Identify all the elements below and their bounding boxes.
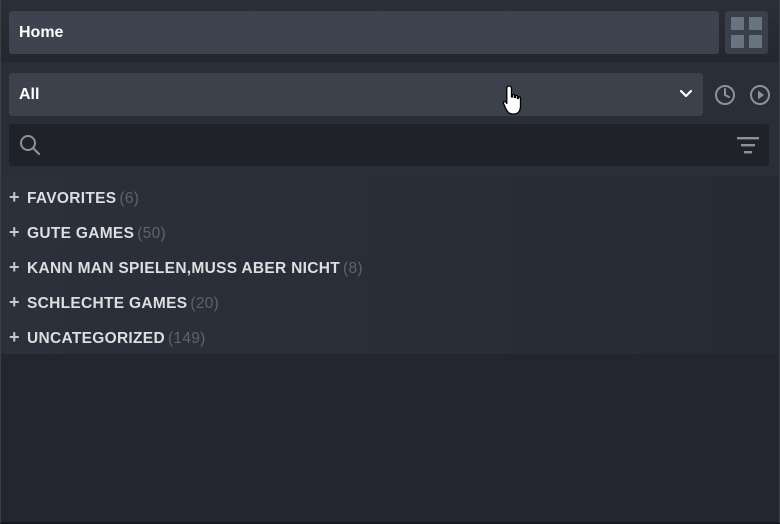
- collections-list: + FAVORITES (6) + GUTE GAMES (50) + KANN MAN …: [1, 176, 779, 354]
- collection-label: FAVORITES: [27, 190, 117, 207]
- collection-label: GUTE GAMES: [27, 225, 135, 242]
- top-bar: Home: [1, 0, 779, 62]
- expand-icon: +: [9, 187, 20, 207]
- expand-icon: +: [9, 222, 20, 242]
- collection-schlechte-games[interactable]: + SCHLECHTE GAMES (20): [9, 289, 219, 315]
- home-button[interactable]: Home: [9, 11, 719, 54]
- collection-gute-games[interactable]: + GUTE GAMES (50): [9, 219, 166, 245]
- collection-label: KANN MAN SPIELEN,MUSS ABER NICHT: [27, 260, 341, 277]
- grid-view-button[interactable]: [725, 11, 768, 54]
- expand-icon: +: [9, 292, 20, 312]
- collection-uncategorized[interactable]: + UNCATEGORIZED (149): [9, 324, 206, 350]
- expand-icon: +: [9, 327, 20, 347]
- expand-icon: +: [9, 257, 20, 277]
- play-circle-icon[interactable]: [749, 84, 771, 106]
- collection-count: (20): [190, 295, 220, 312]
- collection-favorites[interactable]: + FAVORITES (6): [9, 184, 139, 210]
- collection-label: SCHLECHTE GAMES: [27, 295, 188, 312]
- collection-count: (50): [137, 225, 166, 242]
- collection-filter-dropdown[interactable]: All: [9, 73, 703, 116]
- search-bar: [9, 124, 769, 166]
- search-input[interactable]: [51, 124, 721, 166]
- library-panel: Home All + FAVORITES (6) + GUTE GAMES (5…: [0, 0, 780, 524]
- dropdown-selected-label: All: [19, 86, 40, 103]
- collection-count: (6): [119, 190, 140, 207]
- grid-icon: [731, 17, 762, 48]
- collection-label: UNCATEGORIZED: [27, 330, 165, 347]
- collection-kann-man-spielen[interactable]: + KANN MAN SPIELEN,MUSS ABER NICHT (8): [9, 254, 363, 280]
- search-icon: [20, 135, 41, 156]
- filter-icon[interactable]: [737, 135, 759, 155]
- hand-cursor-icon: [502, 85, 522, 115]
- collection-count: (8): [343, 260, 363, 277]
- collection-count: (149): [167, 330, 206, 347]
- chevron-down-icon: [679, 89, 693, 98]
- clock-icon[interactable]: [714, 84, 736, 106]
